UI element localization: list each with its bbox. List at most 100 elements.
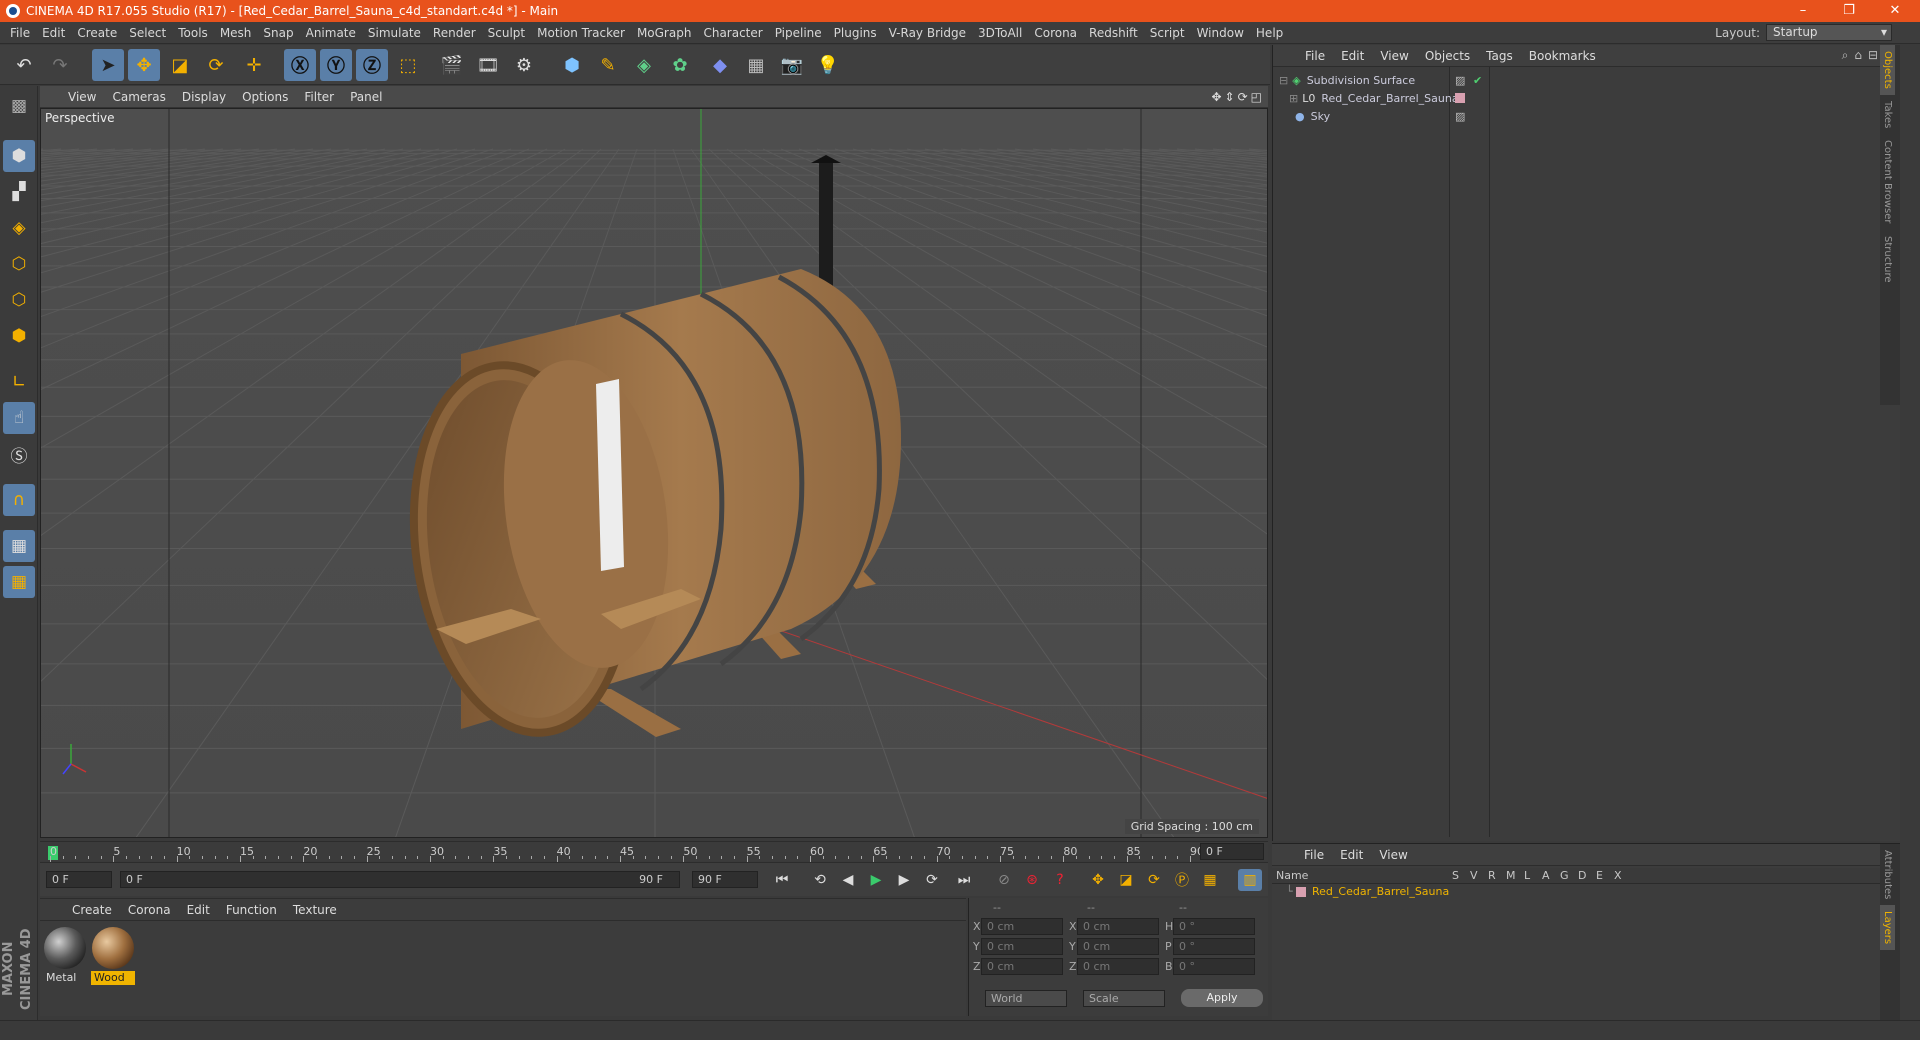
object-row-sky[interactable]: ● Sky ▨ [1273, 107, 1901, 125]
solo-mode-icon[interactable]: Ⓢ [3, 438, 35, 470]
coord-field-x-0[interactable]: 0 cm [981, 918, 1063, 935]
side-tab-structure[interactable]: Structure [1880, 230, 1895, 289]
play-icon[interactable]: ▶ [864, 869, 888, 891]
layer-column-a[interactable]: A [1542, 869, 1550, 882]
undo-icon[interactable]: ↶ [8, 49, 40, 81]
spline-pen-icon[interactable]: ✎ [592, 49, 624, 81]
layer-menu-edit[interactable]: Edit [1332, 848, 1371, 862]
model-mode-icon[interactable]: ⬢ [3, 140, 35, 172]
menu-motion-tracker[interactable]: Motion Tracker [531, 26, 631, 40]
coord-field-h-2[interactable]: 0 ° [1173, 918, 1255, 935]
object-row-sauna[interactable]: ⊞ L0 Red_Cedar_Barrel_Sauna [1273, 89, 1901, 107]
viewport-menu-view[interactable]: View [60, 90, 104, 104]
go-to-start-icon[interactable]: ⏮ [770, 869, 794, 891]
menu-help[interactable]: Help [1250, 26, 1289, 40]
search-icon[interactable]: ⌕ [1842, 48, 1849, 63]
preview-range-slider[interactable]: 0 F 90 F [120, 871, 680, 888]
menu-tools[interactable]: Tools [172, 26, 214, 40]
record-key-icon[interactable]: ⊛ [1020, 869, 1044, 891]
menu-mograph[interactable]: MoGraph [631, 26, 698, 40]
menu-pipeline[interactable]: Pipeline [769, 26, 828, 40]
x-axis-lock-icon[interactable]: Ⓧ [284, 49, 316, 81]
next-frame-icon[interactable]: ▶ [892, 869, 916, 891]
side-tab-attributes[interactable]: Attributes [1880, 844, 1895, 905]
previous-key-icon[interactable]: ⟲ [808, 869, 832, 891]
menu-file[interactable]: File [4, 26, 36, 40]
coordinate-mode-dropdown[interactable]: World [985, 990, 1067, 1007]
deformer-icon[interactable]: ◆ [704, 49, 736, 81]
rotate-tool-icon[interactable]: ⟳ [200, 49, 232, 81]
side-tab-takes[interactable]: Takes [1880, 95, 1895, 134]
layer-row[interactable]: └ Red_Cedar_Barrel_Sauna [1272, 884, 1880, 900]
key-scale-icon[interactable]: ◪ [1114, 869, 1138, 891]
material-menu-texture[interactable]: Texture [285, 903, 345, 917]
layer-column-x[interactable]: X [1614, 869, 1622, 882]
menu-select[interactable]: Select [123, 26, 172, 40]
menu-window[interactable]: Window [1191, 26, 1250, 40]
go-to-end-icon[interactable]: ⏭ [952, 869, 976, 891]
menu-snap[interactable]: Snap [257, 26, 299, 40]
close-icon[interactable]: ✕ [1872, 0, 1918, 22]
end-frame-field[interactable]: 90 F [692, 871, 758, 888]
panel-options-icon[interactable]: ⊟ [1868, 48, 1878, 63]
material-menu-create[interactable]: Create [64, 903, 120, 917]
layer-column-v[interactable]: V [1470, 869, 1478, 882]
current-frame-field[interactable]: 0 F [1200, 843, 1264, 860]
menu-3dtoall[interactable]: 3DToAll [972, 26, 1028, 40]
z-axis-lock-icon[interactable]: Ⓩ [356, 49, 388, 81]
apply-button[interactable]: Apply [1181, 989, 1263, 1007]
object-menu-tags[interactable]: Tags [1478, 49, 1521, 63]
render-settings-icon[interactable]: ⚙ [508, 49, 540, 81]
home-icon[interactable]: ⌂ [1854, 48, 1862, 63]
perspective-viewport[interactable]: Perspective Grid Spacing : 100 cm [40, 108, 1268, 838]
viewport-menu-panel[interactable]: Panel [342, 90, 390, 104]
coord-field-y-1[interactable]: 0 cm [1077, 938, 1159, 955]
object-menu-objects[interactable]: Objects [1417, 49, 1478, 63]
coord-field-y-0[interactable]: 0 cm [981, 938, 1063, 955]
pan-icon[interactable]: ✥ [1211, 90, 1221, 104]
layout-dropdown[interactable]: Startup [1766, 24, 1892, 41]
coordinate-system-icon[interactable]: ⬚ [392, 49, 424, 81]
dolly-icon[interactable]: ⇕ [1225, 90, 1235, 104]
object-menu-file[interactable]: File [1297, 49, 1333, 63]
move-tool-icon[interactable]: ✥ [128, 49, 160, 81]
key-position-icon[interactable]: ✥ [1086, 869, 1110, 891]
layer-column-r[interactable]: R [1488, 869, 1496, 882]
subdivision-surface-icon[interactable]: ◈ [628, 49, 660, 81]
side-tab-objects[interactable]: Objects [1880, 45, 1895, 95]
auto-key-icon[interactable]: ? [1048, 869, 1072, 891]
object-menu-bookmarks[interactable]: Bookmarks [1521, 49, 1604, 63]
cube-primitive-icon[interactable]: ⬢ [556, 49, 588, 81]
record-motion-icon[interactable]: ⊘ [992, 869, 1016, 891]
material-wood-swatch[interactable] [92, 927, 134, 969]
coord-field-z-1[interactable]: 0 cm [1077, 958, 1159, 975]
layer-column-l[interactable]: L [1524, 869, 1530, 882]
key-parameter-icon[interactable]: Ⓟ [1170, 869, 1194, 891]
timeline-ruler[interactable]: 0 5 10 15 20 25 30 35 40 45 50 55 60 65 70 75 80 85 90 0 F [40, 841, 1268, 862]
menu-character[interactable]: Character [697, 26, 768, 40]
edges-mode-icon[interactable]: ⬡ [3, 284, 35, 316]
points-mode-icon[interactable]: ⬡ [3, 248, 35, 280]
timeline-window-icon[interactable]: ▥ [1238, 869, 1262, 891]
material-menu-function[interactable]: Function [218, 903, 285, 917]
viewport-menu-options[interactable]: Options [234, 90, 296, 104]
coord-field-x-1[interactable]: 0 cm [1077, 918, 1159, 935]
visibility-toggle-icon[interactable]: ▨ [1455, 74, 1465, 87]
menu-create[interactable]: Create [71, 26, 123, 40]
viewport-menu-cameras[interactable]: Cameras [104, 90, 173, 104]
workplane-mode-icon[interactable]: ◈ [3, 212, 35, 244]
menu-mesh[interactable]: Mesh [214, 26, 258, 40]
make-editable-icon[interactable]: ▩ [3, 90, 35, 122]
menu-redshift[interactable]: Redshift [1083, 26, 1144, 40]
render-picture-viewer-icon[interactable]: 🎞 [472, 49, 504, 81]
layer-column-m[interactable]: M [1506, 869, 1516, 882]
menu-simulate[interactable]: Simulate [362, 26, 427, 40]
maximize-view-icon[interactable]: ◰ [1251, 90, 1262, 104]
key-rotation-icon[interactable]: ⟳ [1142, 869, 1166, 891]
start-frame-field[interactable]: 0 F [46, 871, 112, 888]
object-menu-view[interactable]: View [1372, 49, 1416, 63]
object-menu-edit[interactable]: Edit [1333, 49, 1372, 63]
menu-script[interactable]: Script [1144, 26, 1191, 40]
menu-render[interactable]: Render [427, 26, 482, 40]
size-mode-dropdown[interactable]: Scale [1083, 990, 1165, 1007]
